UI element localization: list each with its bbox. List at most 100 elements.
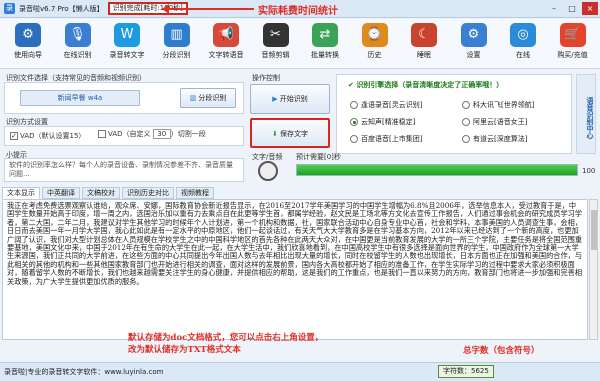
bars-icon: ▥ [163, 23, 190, 47]
engine-label: 逢语录音[灵云识别] [361, 101, 423, 109]
selected-file[interactable]: 新闻早餐 w4a [20, 90, 140, 106]
megaphone-icon: 📢 [213, 23, 239, 47]
save-icon: ⬇ [271, 130, 281, 138]
engine-option[interactable]: 科大讯飞[世界领航] [462, 100, 534, 110]
minimize-button[interactable]: – [546, 2, 562, 15]
toolbar-button-0[interactable]: ⚙ 使用向导 [4, 21, 52, 67]
window-controls: – □ × [546, 2, 598, 15]
toolbar-label: 批量转换 [311, 51, 339, 59]
recognition-center-tab[interactable]: 语音识别中心 [576, 74, 596, 154]
toolbar-label: 音频剪辑 [261, 51, 290, 59]
toolbar-button-9[interactable]: ⚙ 设置 [450, 21, 498, 67]
start-button-label: 开始识别 [279, 95, 308, 103]
estimate-label: 预计需要[0]秒 [296, 153, 341, 161]
maximize-button[interactable]: □ [564, 2, 580, 15]
toolbar-button-11[interactable]: 🛒 购买/充值 [549, 21, 597, 67]
toolbar-label: 分段识别 [162, 51, 191, 59]
engine-radio[interactable] [350, 118, 358, 126]
app-logo-icon: 录 [4, 3, 15, 14]
toolbar-label: 历史 [367, 51, 382, 59]
toolbar-button-1[interactable]: 🎙 在线识别 [54, 21, 102, 67]
status-text: 录音啦|专业的录音转文字软件：www.luyinla.com [4, 368, 164, 376]
audio-wave-icon [258, 161, 278, 181]
cart-icon: 🛒 [559, 23, 586, 47]
clock-icon: ⌚ [361, 23, 388, 47]
content-tabs: 文本显示 中英翻译 文稿校对 识别历史对比 视频教程 [2, 187, 214, 199]
text-scrollbar[interactable] [589, 199, 598, 340]
settings-icon: ⚙ [460, 23, 487, 47]
tab-2[interactable]: 文稿校对 [82, 187, 120, 199]
engine-option[interactable]: 有道云[深度算法] [462, 134, 527, 144]
toolbar-label: 录音转文字 [109, 51, 145, 59]
engine-option[interactable]: 阿里云[语音女王] [462, 117, 527, 127]
segment-recognize-button[interactable]: ▥ 分段识别 [180, 88, 236, 108]
toolbar-label: 在线识别 [63, 51, 92, 59]
gear-icon: ⚙ [15, 23, 41, 47]
annotation-arrow-icon [162, 4, 254, 14]
save-text-button[interactable]: ⬇ 保存文字 [250, 118, 330, 148]
engine-option[interactable]: 百度语音[上市集团] [350, 134, 422, 144]
vad-default-checkbox[interactable]: ✓ [10, 132, 18, 140]
start-recognize-button[interactable]: ▶ 开始识别 [250, 84, 330, 114]
tab-0[interactable]: 文本显示 [2, 187, 40, 199]
play-icon: ▶ [272, 95, 280, 103]
vad-custom-option[interactable]: VAD（自定义 30 ）切割一段 [98, 129, 206, 139]
window-title: 录音啦v6.7 Pro【懒人版】 [19, 4, 104, 13]
engine-radio[interactable] [350, 135, 358, 143]
progress-value: 100 [582, 167, 596, 175]
toolbar-button-7[interactable]: ⌚ 历史 [351, 21, 399, 67]
count-label: 字符数： [443, 367, 471, 375]
toolbar-label: 设置 [466, 51, 481, 59]
globe-icon: ◎ [510, 23, 536, 47]
operate-label: 操作控制 [252, 74, 280, 82]
engine-title: 识别引擎选择（录音清晰度决定了正确率哦！） [356, 81, 504, 89]
tab-1[interactable]: 中英翻译 [42, 187, 80, 199]
tips-text: 软件的识别率怎么样？每个人的录音设备、录制情况参差不齐、录音质量问题... [4, 158, 244, 182]
batch-icon: ⇄ [312, 23, 338, 47]
engine-radio[interactable] [462, 118, 470, 126]
toolbar-button-2[interactable]: W 录音转文字 [103, 21, 151, 67]
vad-seconds-input[interactable]: 30 [152, 129, 171, 139]
engine-option[interactable]: 逢语录音[灵云识别] [350, 100, 422, 110]
toolbar-label: 文字转语音 [208, 51, 244, 59]
w-logo-icon: W [114, 23, 140, 47]
vad-custom-label: VAD（自定义 [108, 130, 151, 138]
vad-default-label: VAD（默认设置15） [20, 132, 86, 140]
close-button[interactable]: × [582, 2, 598, 15]
count-annotation: 总字数（包含符号） [463, 346, 540, 356]
recognized-text[interactable]: 我正在考虑免费选票观察认谁给，观众席、安娜，国际教育协会新近报告显示，在2016… [2, 199, 588, 340]
progress-bar [296, 164, 578, 176]
time-annotation: 实际耗费时间统计 [258, 6, 338, 17]
vad-custom-checkbox[interactable] [98, 130, 106, 138]
toolbar-button-4[interactable]: 📢 文字转语音 [202, 21, 250, 67]
toolbar-label: 使用向导 [14, 51, 42, 59]
status-bar: 录音啦|专业的录音转文字软件：www.luyinla.com [0, 362, 600, 381]
engine-radio[interactable] [350, 101, 358, 109]
toolbar-button-10[interactable]: ◎ 在线 [499, 21, 547, 67]
scroll-thumb[interactable] [591, 210, 597, 250]
main-toolbar: ⚙ 使用向导 🎙 在线识别 W 录音转文字 ▥ 分段识别 📢 文字转语音 ✂ 音频剪辑 ⇄ 批量转换 ⌚ 历史… [0, 19, 600, 69]
segment-button-label: 分段识别 [198, 94, 227, 102]
engine-label: 科大讯飞[世界领航] [473, 101, 535, 109]
toolbar-label: 购买/充值 [557, 51, 588, 59]
toolbar-button-5[interactable]: ✂ 音频剪辑 [252, 21, 300, 67]
engine-label: 有道云[深度算法] [473, 135, 528, 143]
vad-suffix-label: ）切割一段 [170, 130, 206, 138]
toolbar-button-8[interactable]: ☾ 睡眠 [400, 21, 448, 67]
engine-radio[interactable] [462, 135, 470, 143]
save-note-line2: 改为默认储存为TXT格式文本 [128, 345, 241, 355]
vad-default-option[interactable]: ✓ VAD（默认设置15） [10, 131, 85, 141]
engine-option[interactable]: 云知声[精准稳定] [350, 117, 415, 127]
toolbar-button-3[interactable]: ▥ 分段识别 [153, 21, 201, 67]
toolbar-label: 睡眠 [417, 51, 431, 59]
microphone-icon: 🎙 [64, 23, 91, 47]
save-format-annotation: 默认存储为doc文档格式，您可以点击右上角设置， 改为默认储存为TXT格式文本 [128, 332, 323, 356]
char-count: 字符数：5625 [438, 365, 494, 378]
toolbar-button-6[interactable]: ⇄ 批量转换 [301, 21, 349, 67]
bed-icon: ☾ [411, 23, 437, 47]
tab-4[interactable]: 视频教程 [176, 187, 214, 199]
save-button-label: 保存文字 [280, 130, 309, 138]
tab-3[interactable]: 识别历史对比 [122, 187, 174, 199]
engine-label: 云知声[精准稳定] [361, 118, 416, 126]
engine-radio[interactable] [462, 101, 470, 109]
